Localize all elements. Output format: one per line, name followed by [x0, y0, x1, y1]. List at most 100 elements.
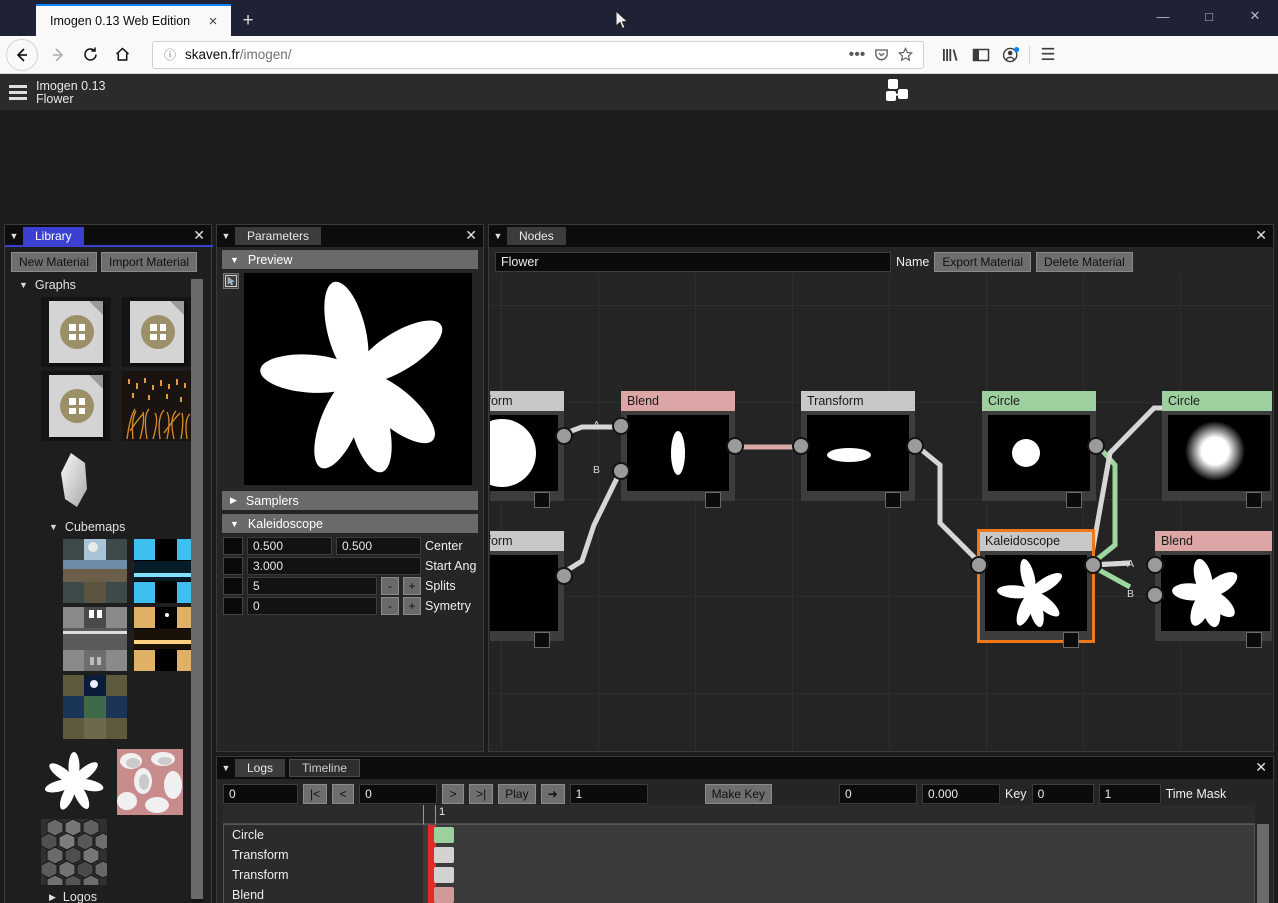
node-output-port[interactable]: [555, 427, 573, 445]
node-output-square-port[interactable]: [534, 492, 550, 508]
import-material-button[interactable]: Import Material: [101, 252, 198, 272]
pocket-icon[interactable]: [869, 43, 893, 67]
splits-increment-button[interactable]: +: [403, 577, 421, 595]
keyframe-box[interactable]: [434, 887, 454, 903]
track-lane[interactable]: [423, 865, 1254, 885]
param-color-swatch[interactable]: [223, 557, 243, 575]
page-actions-icon[interactable]: •••: [845, 43, 869, 67]
node-output-port[interactable]: [726, 437, 744, 455]
symetry-input[interactable]: 0: [247, 597, 377, 615]
prev-frame-button[interactable]: <: [332, 784, 355, 804]
keyframe-box[interactable]: [434, 847, 454, 863]
new-tab-button[interactable]: +: [231, 6, 265, 36]
list-item[interactable]: [41, 445, 111, 515]
material-name-input[interactable]: Flower: [495, 252, 891, 272]
account-icon[interactable]: [996, 41, 1026, 69]
close-icon[interactable]: ✕: [465, 227, 477, 243]
node-output-square-port[interactable]: [705, 492, 721, 508]
menu-icon[interactable]: ☰: [1033, 41, 1063, 69]
table-row[interactable]: Blend: [224, 884, 1254, 903]
node-input-port[interactable]: [970, 556, 988, 574]
node-transform[interactable]: Transform: [490, 531, 573, 648]
section-samplers[interactable]: ▶ Samplers: [222, 491, 478, 510]
app-menu-icon[interactable]: [0, 74, 36, 110]
list-item[interactable]: [41, 297, 111, 367]
node-output-square-port[interactable]: [885, 492, 901, 508]
close-icon[interactable]: ✕: [193, 227, 205, 243]
table-row[interactable]: Transform: [224, 844, 1254, 865]
node-graph-icon[interactable]: [880, 77, 912, 107]
tab-parameters[interactable]: Parameters: [235, 227, 322, 245]
list-item[interactable]: [63, 607, 127, 671]
first-frame-button[interactable]: |<: [303, 784, 328, 804]
close-icon[interactable]: ✕: [1255, 227, 1267, 243]
forward-button[interactable]: [42, 40, 74, 70]
collapse-triangle-icon[interactable]: ▼: [489, 231, 507, 241]
timeline-vertical-scrollbar-thumb[interactable]: [1257, 824, 1269, 903]
param-color-swatch[interactable]: [223, 597, 243, 615]
delete-material-button[interactable]: Delete Material: [1036, 252, 1133, 272]
home-button[interactable]: [106, 40, 138, 70]
tab-library[interactable]: Library: [23, 227, 84, 245]
list-item[interactable]: [41, 371, 111, 441]
node-transform[interactable]: Transform: [792, 391, 924, 508]
node-output-square-port[interactable]: [1246, 632, 1262, 648]
center-y-input[interactable]: 0.500: [336, 537, 421, 555]
node-input-port-b[interactable]: [612, 462, 630, 480]
node-output-port[interactable]: [555, 567, 573, 585]
list-item[interactable]: [122, 297, 192, 367]
table-row[interactable]: Circle: [224, 825, 1254, 845]
node-output-port[interactable]: [906, 437, 924, 455]
bookmark-star-icon[interactable]: [893, 43, 917, 67]
key-frame-input[interactable]: 0: [839, 784, 918, 804]
center-x-input[interactable]: 0.500: [247, 537, 332, 555]
start-angle-input[interactable]: 3.000: [247, 557, 421, 575]
current-frame-input[interactable]: 0: [359, 784, 438, 804]
key-value-input[interactable]: 0.000: [922, 784, 1001, 804]
node-output-square-port[interactable]: [1066, 492, 1082, 508]
symetry-increment-button[interactable]: +: [403, 597, 421, 615]
library-group-graphs[interactable]: ▼ Graphs: [5, 275, 211, 295]
export-material-button[interactable]: Export Material: [934, 252, 1032, 272]
url-bar[interactable]: ⓘ skaven.fr/imogen/ •••: [152, 40, 924, 69]
node-input-port[interactable]: [792, 437, 810, 455]
sidebar-icon[interactable]: [966, 41, 996, 69]
node-graph-canvas[interactable]: Transform Transform: [490, 275, 1272, 750]
collapse-triangle-icon[interactable]: ▼: [5, 231, 23, 241]
tab-nodes[interactable]: Nodes: [507, 227, 566, 245]
make-key-button[interactable]: Make Key: [704, 784, 773, 804]
browser-tab[interactable]: Imogen 0.13 Web Edition ×: [36, 4, 231, 36]
table-row[interactable]: Transform: [224, 864, 1254, 885]
minimize-button[interactable]: —: [1140, 0, 1186, 32]
list-item[interactable]: [117, 749, 183, 815]
play-button[interactable]: Play: [498, 784, 536, 804]
time-mask-start-input[interactable]: 0: [1031, 784, 1094, 804]
frame-end-input[interactable]: 1: [569, 784, 648, 804]
list-item[interactable]: [134, 539, 198, 603]
close-icon[interactable]: ✕: [1255, 759, 1267, 775]
library-scrollbar-thumb[interactable]: [191, 279, 203, 899]
library-group-cubemaps[interactable]: ▼ Cubemaps: [5, 517, 211, 537]
collapse-triangle-icon[interactable]: ▼: [217, 763, 235, 773]
library-icon[interactable]: [936, 41, 966, 69]
param-color-swatch[interactable]: [223, 537, 243, 555]
splits-input[interactable]: 5: [247, 577, 377, 595]
node-circle[interactable]: Circle: [1162, 391, 1272, 508]
play-arrow-icon[interactable]: ➜: [540, 784, 565, 804]
list-item[interactable]: [63, 539, 127, 603]
node-input-port-a[interactable]: [1146, 556, 1164, 574]
list-item[interactable]: [63, 675, 127, 739]
track-lane[interactable]: [423, 845, 1254, 865]
node-blend[interactable]: Blend A B: [593, 391, 744, 508]
pick-rect-icon[interactable]: [223, 273, 239, 289]
tab-timeline[interactable]: Timeline: [289, 759, 360, 777]
new-material-button[interactable]: New Material: [11, 252, 98, 272]
node-input-port-b[interactable]: [1146, 586, 1164, 604]
next-frame-button[interactable]: >: [442, 784, 465, 804]
node-blend[interactable]: Blend A B: [1127, 531, 1272, 648]
frame-start-input[interactable]: 0: [223, 784, 298, 804]
list-item[interactable]: [41, 749, 107, 815]
last-frame-button[interactable]: >|: [469, 784, 494, 804]
library-scroll-area[interactable]: ▼ Graphs ▼ Cubemaps ▶ Logos: [5, 275, 211, 903]
timeline-tracks[interactable]: Circle Transform Transform Blend: [223, 824, 1255, 903]
